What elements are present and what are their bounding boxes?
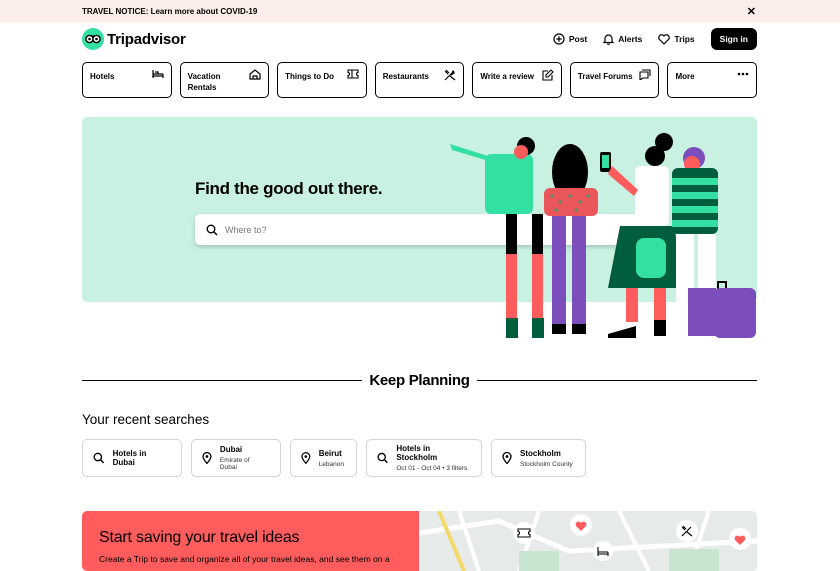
recent-search-item[interactable]: Hotels in Stockholm Oct 01 - Oct 04 • 3 … xyxy=(366,439,482,477)
divider xyxy=(82,379,363,381)
recent-searches-list: Hotels in Dubai Dubai Emirate of Dubai B… xyxy=(82,439,586,477)
hero-title: Find the good out there. xyxy=(195,179,383,198)
house-icon xyxy=(249,69,261,80)
category-label: Restaurants xyxy=(382,72,429,81)
sign-in-button[interactable]: Sign in xyxy=(710,28,757,50)
alerts-label: Alerts xyxy=(618,34,643,44)
bell-icon xyxy=(603,34,615,45)
category-hotels[interactable]: Hotels xyxy=(82,62,172,98)
divider xyxy=(476,379,757,381)
owl-logo-icon xyxy=(82,28,104,50)
location-pin-icon xyxy=(502,452,512,464)
start-saving-banner: Start saving your travel ideas Create a … xyxy=(82,511,757,571)
brand-name: Tripadvisor xyxy=(107,30,186,48)
post-label: Post xyxy=(568,34,588,44)
recent-search-sub: Oct 01 - Oct 04 • 3 filters xyxy=(396,465,468,472)
post-link[interactable]: Post xyxy=(553,33,587,45)
category-things-to-do[interactable]: Things to Do xyxy=(277,62,367,98)
bed-icon xyxy=(151,70,164,78)
category-label: Things to Do xyxy=(285,72,335,81)
utensils-marker-icon xyxy=(676,520,698,542)
travel-notice-bar[interactable]: TRAVEL NOTICE: Learn more about COVID-19… xyxy=(0,0,840,23)
heart-marker-icon xyxy=(729,528,751,550)
start-saving-title: Start saving your travel ideas xyxy=(99,529,300,546)
recent-search-main: Beirut xyxy=(318,448,342,458)
category-travel-forums[interactable]: Travel Forums xyxy=(569,62,660,98)
category-label: Hotels xyxy=(90,72,115,81)
chat-icon xyxy=(639,69,652,80)
alerts-link[interactable]: Alerts xyxy=(603,33,642,45)
category-label: Travel Forums xyxy=(577,72,633,81)
start-saving-panel: Start saving your travel ideas Create a … xyxy=(82,511,419,571)
category-nav: Hotels Vacation Rentals Things to Do Res… xyxy=(82,62,758,98)
more-dots-icon xyxy=(737,72,749,76)
edit-icon xyxy=(542,69,554,81)
recent-search-item[interactable]: Beirut Lebanon xyxy=(290,439,357,477)
category-write-review[interactable]: Write a review xyxy=(472,62,562,98)
recent-search-main: Hotels in Dubai xyxy=(112,449,147,467)
start-saving-description: Create a Trip to save and organize all o… xyxy=(99,554,390,564)
ticket-icon xyxy=(347,69,359,79)
trips-link[interactable]: Trips xyxy=(658,33,695,45)
keep-planning-title: Keep Planning xyxy=(369,371,470,389)
category-vacation-rentals[interactable]: Vacation Rentals xyxy=(179,62,270,98)
search-icon xyxy=(93,452,105,464)
site-header: Tripadvisor Post Alerts Trips Sign in xyxy=(82,28,757,50)
close-icon[interactable]: ✕ xyxy=(747,5,756,18)
travel-notice-text[interactable]: TRAVEL NOTICE: Learn more about COVID-19 xyxy=(82,7,257,16)
location-pin-icon xyxy=(301,452,311,464)
tripadvisor-logo[interactable]: Tripadvisor xyxy=(82,28,186,50)
recent-search-main: Hotels in Stockholm xyxy=(396,444,438,462)
recent-search-item[interactable]: Hotels in Dubai xyxy=(82,439,182,477)
recent-search-item[interactable]: Dubai Emirate of Dubai xyxy=(191,439,281,477)
bed-marker-icon xyxy=(593,541,613,561)
ticket-marker-icon xyxy=(513,522,535,544)
utensils-icon xyxy=(444,69,456,81)
recent-search-main: Dubai xyxy=(219,445,243,454)
category-label: Vacation Rentals xyxy=(187,72,221,92)
category-label: More xyxy=(675,72,695,81)
search-icon xyxy=(206,224,218,236)
travelers-illustration xyxy=(450,133,756,338)
heart-icon xyxy=(658,33,671,45)
category-more[interactable]: More xyxy=(667,62,758,98)
category-label: Write a review xyxy=(480,72,534,81)
recent-search-main: Stockholm xyxy=(520,448,561,458)
recent-search-item[interactable]: Stockholm Stockholm County xyxy=(491,439,586,477)
trips-label: Trips xyxy=(674,34,695,44)
recent-searches-title: Your recent searches xyxy=(82,412,210,427)
recent-search-sub: Lebanon xyxy=(318,460,344,468)
map-illustration xyxy=(419,511,757,571)
category-restaurants[interactable]: Restaurants xyxy=(374,62,465,98)
keep-planning-heading: Keep Planning xyxy=(82,370,757,390)
location-pin-icon xyxy=(202,452,212,464)
recent-search-sub: Emirate of Dubai xyxy=(219,457,250,471)
heart-marker-icon xyxy=(570,514,592,536)
header-nav: Post Alerts Trips Sign in xyxy=(553,28,757,50)
plus-circle-icon xyxy=(553,33,565,45)
recent-search-sub: Stockholm County xyxy=(520,460,573,468)
search-icon xyxy=(377,452,388,464)
